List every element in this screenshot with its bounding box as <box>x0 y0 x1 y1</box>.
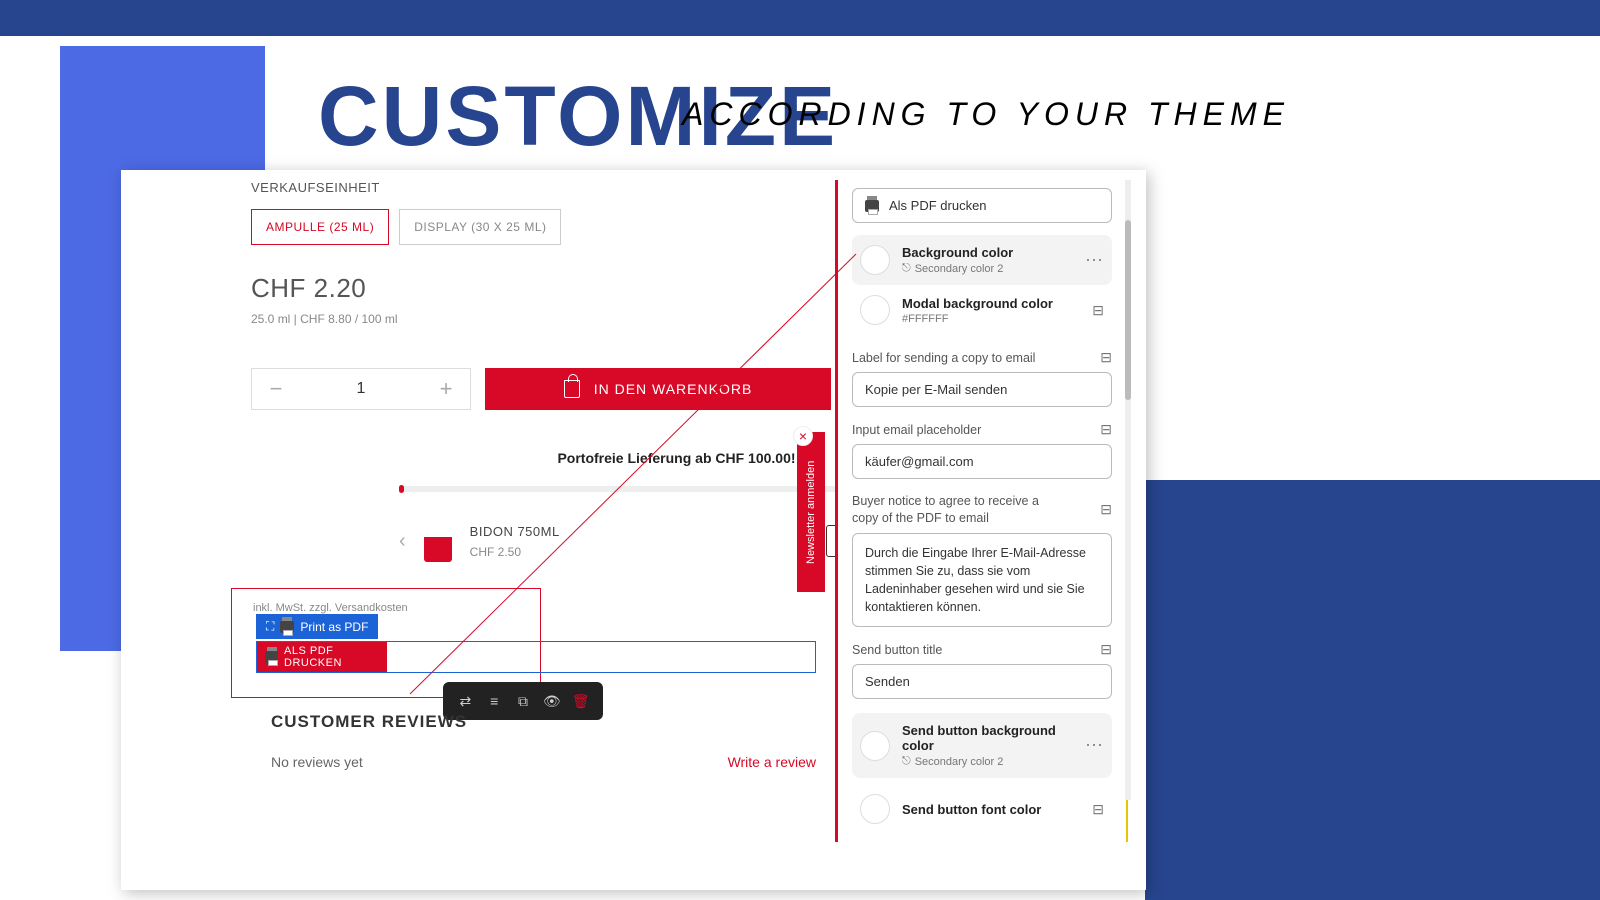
printer-icon <box>865 200 879 212</box>
setting-modal-bg[interactable]: Modal background color #FFFFFF ⊟ <box>852 285 1112 335</box>
more-options-icon[interactable]: ⋯ <box>1085 735 1104 756</box>
print-pdf-button[interactable]: ALS PDF DRUCKEN <box>257 642 387 672</box>
color-swatch-icon <box>860 794 890 824</box>
send-title-label: Send button title ⊟ <box>852 641 1112 658</box>
progress-fill <box>399 485 404 493</box>
setting-bg-color[interactable]: Background color ⎋ Secondary color 2 ⋯ <box>852 235 1112 285</box>
variant-display[interactable]: DISPLAY (30 X 25 ML) <box>399 209 561 245</box>
vat-note: inkl. MwSt. zzgl. Versandkosten <box>253 602 408 614</box>
bg-block-right <box>1145 480 1600 900</box>
bag-icon <box>564 380 580 398</box>
qty-value[interactable]: 1 <box>300 369 422 409</box>
reviews-heading: CUSTOMER REVIEWS <box>271 712 816 732</box>
color-title: Send button background color <box>902 723 1073 753</box>
scroll-thumb[interactable] <box>1125 220 1131 400</box>
printer-icon <box>280 621 294 633</box>
reorder-icon[interactable]: ⇄ <box>456 692 474 710</box>
link-icon: ⎋ <box>902 262 911 275</box>
variant-ampulle[interactable]: AMPULLE (25 ML) <box>251 209 389 245</box>
app-canvas: VERKAUFSEINHEIT AMPULLE (25 ML) DISPLAY … <box>121 170 1146 890</box>
database-icon[interactable]: ⊟ <box>1100 349 1112 366</box>
visibility-icon[interactable]: 👁 <box>543 692 561 710</box>
pdf-button-label: ALS PDF DRUCKEN <box>284 645 387 669</box>
heading-sub: ACCORDING TO YOUR THEME <box>682 96 1290 133</box>
printer-icon <box>265 651 278 663</box>
setting-pdf-label-input[interactable]: Als PDF drucken <box>852 188 1112 223</box>
color-swatch-icon <box>860 245 890 275</box>
color-swatch-icon <box>860 295 890 325</box>
buyer-notice-input[interactable]: Durch die Eingabe Ihrer E-Mail-Adresse s… <box>852 533 1112 628</box>
reco-product-image <box>424 520 452 562</box>
color-sub: #FFFFFF <box>902 313 948 325</box>
color-title: Send button font color <box>902 802 1080 817</box>
align-icon[interactable]: ≡ <box>485 692 503 710</box>
email-label-title: Label for sending a copy to email ⊟ <box>852 349 1112 366</box>
price-per-volume: 25.0 ml | CHF 8.80 / 100 ml <box>251 312 831 326</box>
reco-prev-button[interactable]: ‹ <box>399 530 406 553</box>
reco-info: BIDON 750ML CHF 2.50 <box>470 524 808 559</box>
link-icon: ⎋ <box>902 755 911 768</box>
pdf-button-wrapper: ALS PDF DRUCKEN <box>256 641 816 673</box>
delete-icon[interactable]: 🗑 <box>572 692 590 710</box>
theme-settings-panel: Als PDF drucken Background color ⎋ Second… <box>835 180 1128 842</box>
expand-icon: ⛶ <box>266 619 274 634</box>
database-icon[interactable]: ⊟ <box>1092 302 1104 319</box>
reco-title: BIDON 750ML <box>470 524 808 539</box>
buyer-notice-title: Buyer notice to agree to receive a copy … <box>852 493 1112 527</box>
variant-section-label: VERKAUFSEINHEIT <box>251 180 831 195</box>
database-icon[interactable]: ⊟ <box>1100 421 1112 438</box>
reviews-row: No reviews yet Write a review <box>271 754 816 770</box>
setting-send-font[interactable]: Send button font color ⊟ <box>852 784 1112 834</box>
write-review-link[interactable]: Write a review <box>728 754 816 770</box>
color-swatch-icon <box>860 731 890 761</box>
color-sub: Secondary color 2 <box>915 263 1004 275</box>
email-placeholder-title: Input email placeholder ⊟ <box>852 421 1112 438</box>
duplicate-icon[interactable]: ⧉ <box>514 692 532 710</box>
database-icon[interactable]: ⊟ <box>1092 801 1104 818</box>
reco-price: CHF 2.50 <box>470 545 808 559</box>
quantity-stepper: − 1 + <box>251 368 471 410</box>
qty-plus-button[interactable]: + <box>422 369 470 409</box>
newsletter-tab[interactable]: Newsletter anmelden <box>797 432 825 592</box>
setting-send-bg[interactable]: Send button background color ⎋ Secondary … <box>852 713 1112 778</box>
add-to-cart-label: IN DEN WARENKORB <box>594 381 753 397</box>
variant-row: AMPULLE (25 ML) DISPLAY (30 X 25 ML) <box>251 209 831 245</box>
pdf-label-text: Print as PDF <box>300 620 368 634</box>
reviews-section: CUSTOMER REVIEWS No reviews yet Write a … <box>271 712 816 770</box>
settings-scrollbar[interactable] <box>1125 180 1131 800</box>
bg-stripe-top <box>0 0 1600 36</box>
no-reviews-text: No reviews yet <box>271 754 363 770</box>
qty-cart-row: − 1 + IN DEN WARENKORB <box>251 368 831 410</box>
newsletter-close-icon[interactable]: × <box>793 426 813 446</box>
database-icon[interactable]: ⊟ <box>1100 641 1112 658</box>
email-placeholder-input[interactable] <box>852 444 1112 479</box>
color-title: Modal background color <box>902 296 1080 311</box>
color-title: Background color <box>902 245 1073 260</box>
send-title-input[interactable] <box>852 664 1112 699</box>
color-sub: Secondary color 2 <box>915 756 1004 768</box>
product-pane: VERKAUFSEINHEIT AMPULLE (25 ML) DISPLAY … <box>251 180 831 410</box>
more-options-icon[interactable]: ⋯ <box>1085 250 1104 271</box>
add-to-cart-button[interactable]: IN DEN WARENKORB <box>485 368 831 410</box>
editor-block-label[interactable]: ⛶ Print as PDF <box>256 614 378 639</box>
database-icon[interactable]: ⊟ <box>1100 501 1112 518</box>
setting-pdf-text: Als PDF drucken <box>889 198 987 213</box>
qty-minus-button[interactable]: − <box>252 369 300 409</box>
email-label-input[interactable] <box>852 372 1112 407</box>
product-price: CHF 2.20 <box>251 273 831 304</box>
